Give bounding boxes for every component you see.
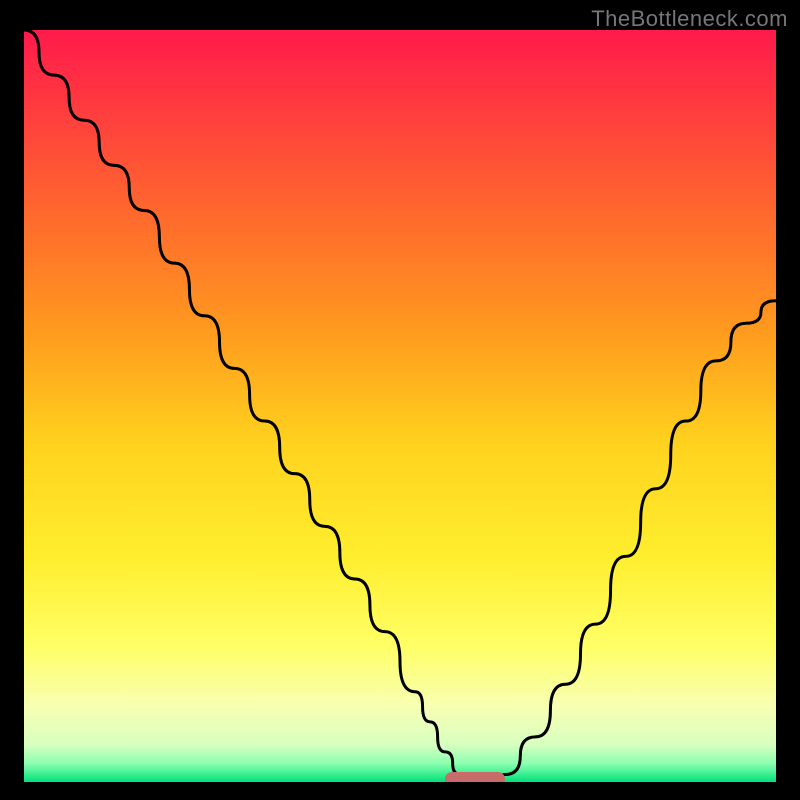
optimal-range-marker	[445, 772, 505, 782]
chart-frame: TheBottleneck.com	[0, 0, 800, 800]
plot-area	[24, 30, 776, 782]
bottleneck-curve	[24, 30, 776, 782]
watermark-text: TheBottleneck.com	[591, 6, 788, 32]
